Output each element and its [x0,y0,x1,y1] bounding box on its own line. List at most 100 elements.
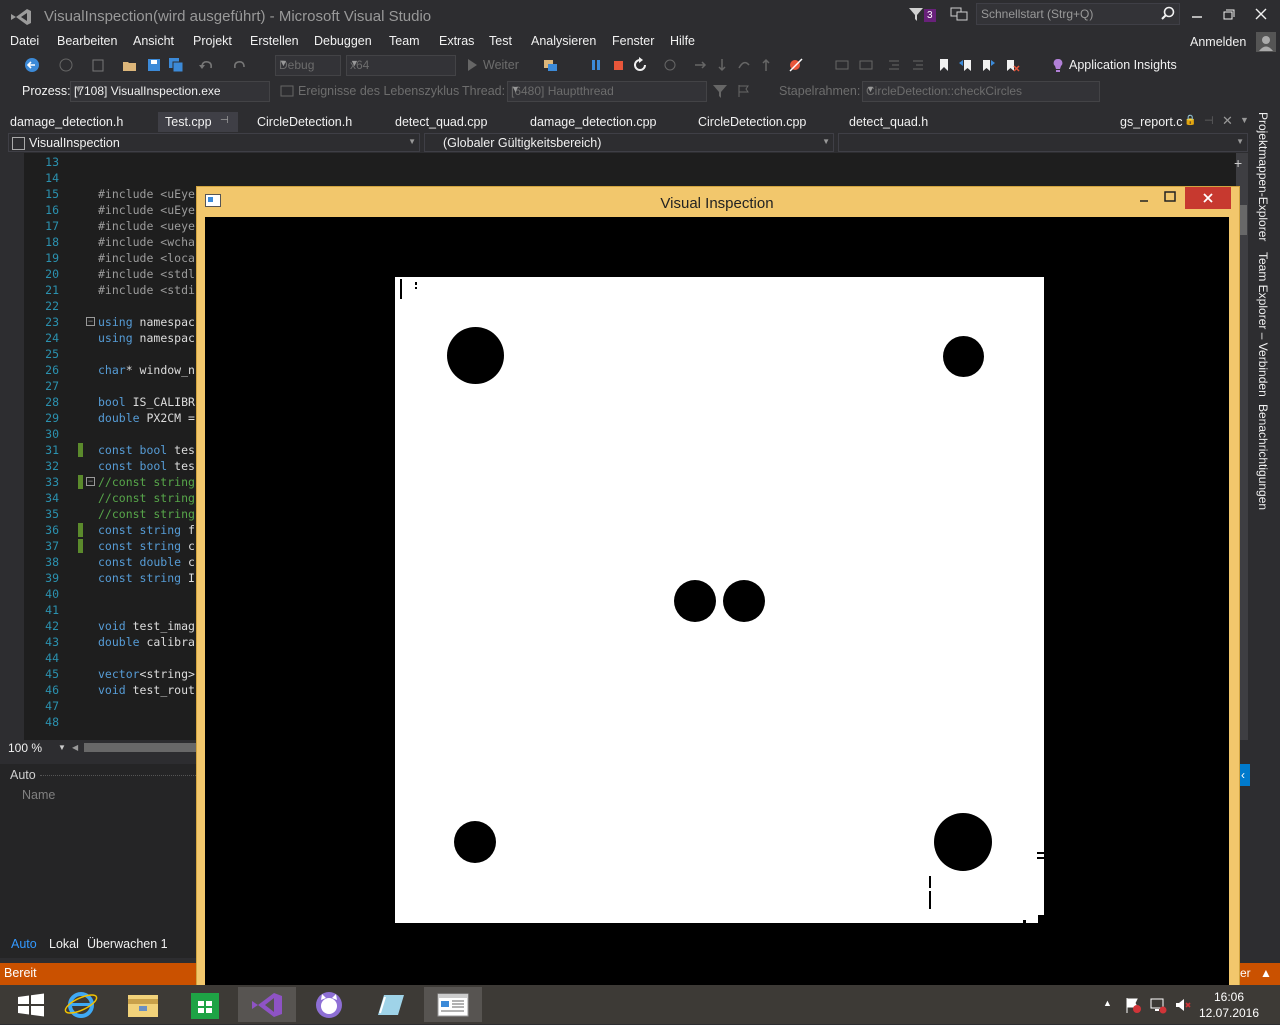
member-select[interactable]: ▼ [838,133,1248,152]
minimize-button[interactable] [1186,5,1208,23]
clear-bookmarks-icon[interactable] [1004,57,1020,73]
tab-test-cpp[interactable]: Test.cpp [165,115,212,129]
menu-test[interactable]: Test [489,34,512,48]
show-next-statement-icon[interactable] [662,57,678,73]
code-line[interactable]: #include <uEye [98,203,195,217]
menu-erstellen[interactable]: Erstellen [250,34,299,48]
code-line[interactable]: const string c [98,539,195,553]
zoom-chevron-down-icon[interactable]: ▼ [58,743,66,752]
menu-datei[interactable]: Datei [10,34,39,48]
code-line[interactable]: const string I [98,571,195,585]
code-line[interactable]: //const string [98,475,195,489]
sign-in-link[interactable]: Anmelden [1190,35,1246,49]
menu-debuggen[interactable]: Debuggen [314,34,372,48]
next-bookmark-icon[interactable] [980,57,996,73]
code-line[interactable]: using namespac [98,315,195,329]
notification-count-badge[interactable]: 3 [924,9,936,22]
restore-button[interactable] [1218,5,1240,23]
attach-process-icon[interactable] [542,57,558,73]
menu-extras[interactable]: Extras [439,34,474,48]
stop-icon[interactable] [610,57,626,73]
menu-fenster[interactable]: Fenster [612,34,654,48]
code-line[interactable]: #include <wcha [98,235,195,249]
code-line[interactable]: using namespac [98,331,195,345]
tab-detect-quad-h[interactable]: detect_quad.h [849,115,928,129]
menu-analysieren[interactable]: Analysieren [531,34,596,48]
menu-hilfe[interactable]: Hilfe [670,34,695,48]
panel-grip[interactable] [40,775,196,777]
step-into-icon[interactable] [692,57,708,73]
continue-play-icon[interactable] [464,57,480,73]
pin-icon[interactable]: ⊣ [220,115,229,126]
file-explorer-icon[interactable] [114,987,172,1022]
tab-circledetection-h[interactable]: CircleDetection.h [257,115,352,129]
status-up-icon[interactable]: ▲ [1260,966,1272,980]
save-all-icon[interactable] [168,57,184,73]
pause-icon[interactable] [588,57,604,73]
code-line[interactable]: #include <loca [98,251,195,265]
github-desktop-icon[interactable] [300,987,358,1022]
code-line[interactable]: const bool tes [98,443,195,457]
pin-icon[interactable]: ⊣ [1204,114,1214,127]
stackframe-select[interactable]: CircleDetection::checkCircles ▼ [862,81,1100,102]
configuration-select[interactable]: Debug ▼ [275,55,341,76]
horizontal-scrollbar-thumb[interactable] [84,743,196,752]
redo-icon[interactable] [232,57,248,73]
code-line[interactable]: const bool tes [98,459,195,473]
application-insights-icon[interactable] [1050,57,1066,73]
quick-launch-input[interactable]: Schnellstart (Strg+Q) [976,3,1180,25]
previous-bookmark-icon[interactable] [958,57,974,73]
menu-team[interactable]: Team [389,34,420,48]
tab-damage-detection-cpp[interactable]: damage_detection.cpp [530,115,656,129]
inspection-minimize-button[interactable] [1133,187,1155,209]
thread-filter-icon[interactable] [712,83,728,99]
code-line[interactable]: //const string [98,491,195,505]
inspection-image-canvas[interactable] [205,217,1229,985]
code-line[interactable]: #include <stdi [98,283,195,297]
code-line[interactable]: const string f [98,523,195,537]
save-icon[interactable] [146,57,162,73]
application-insights-label[interactable]: Application Insights [1069,58,1177,72]
code-line[interactable]: void test_imag [98,619,195,633]
split-editor-icon[interactable]: + [1234,155,1242,171]
code-line[interactable]: bool IS_CALIBR [98,395,195,409]
scope-select[interactable]: (Globaler Gültigkeitsbereich) ▼ [424,133,834,152]
code-line[interactable]: double PX2CM = [98,411,195,425]
user-avatar-icon[interactable] [1256,32,1276,52]
tab-gs-report-c[interactable]: gs_report.c [1120,115,1183,129]
menu-projekt[interactable]: Projekt [193,34,232,48]
column-header-name[interactable]: Name [22,788,55,802]
lifecycle-events-icon[interactable] [279,83,295,99]
code-line[interactable]: const double c [98,555,195,569]
tab-ueberwachen-1[interactable]: Überwachen 1 [87,937,168,951]
tab-overflow-chevron-down-icon[interactable]: ▼ [1240,115,1249,125]
restart-icon[interactable] [632,57,648,73]
code-line[interactable]: #include <ueye [98,219,195,233]
breakpoints-icon[interactable] [788,57,804,73]
bookmark-icon[interactable] [936,57,952,73]
comment-icon[interactable] [834,57,850,73]
tab-auto[interactable]: Auto [11,937,37,951]
feedback-icon[interactable] [950,6,968,22]
code-line[interactable]: double calibra [98,635,195,649]
network-icon[interactable] [1149,996,1167,1014]
visual-studio-taskbar-icon[interactable] [238,987,296,1022]
inspection-close-button[interactable] [1185,187,1231,209]
code-line[interactable]: #include <stdl [98,267,195,281]
close-tab-icon[interactable]: ✕ [1222,113,1233,129]
notepad-icon[interactable] [362,987,420,1022]
visual-inspection-taskbar-icon[interactable] [424,987,482,1022]
thread-select[interactable]: [6480] Hauptthread ▼ [507,81,707,102]
store-icon[interactable] [176,987,234,1022]
menu-ansicht[interactable]: Ansicht [133,34,174,48]
close-button[interactable] [1250,5,1272,23]
decrease-indent-icon[interactable] [886,57,902,73]
process-select[interactable]: [7108] VisualInspection.exe ▼ [70,81,270,102]
internet-explorer-icon[interactable] [52,987,110,1022]
zoom-level[interactable]: 100 % [8,741,42,755]
inspection-maximize-button[interactable] [1159,187,1181,209]
flag-thread-icon[interactable] [736,83,752,99]
step-up-icon[interactable] [758,57,774,73]
scroll-left-icon[interactable]: ◀ [72,743,78,752]
code-line[interactable]: void test_rout [98,683,195,697]
